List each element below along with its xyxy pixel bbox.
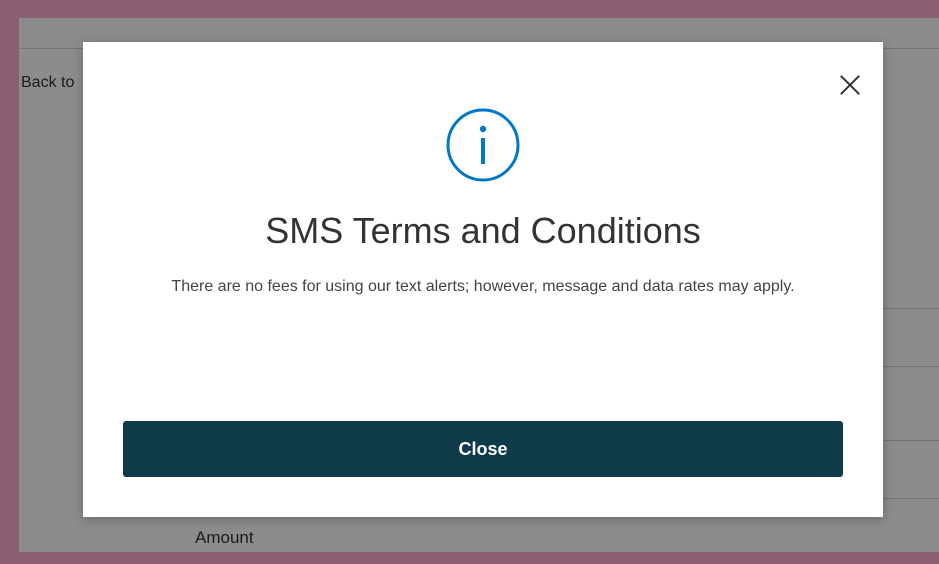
close-button[interactable]: Close xyxy=(123,421,843,477)
dialog-title: SMS Terms and Conditions xyxy=(265,210,701,251)
close-icon[interactable] xyxy=(835,70,865,100)
sms-terms-dialog: SMS Terms and Conditions There are no fe… xyxy=(83,42,883,517)
background-page: Back to Amount SMS Terms and Conditions … xyxy=(19,18,939,552)
info-icon xyxy=(446,108,520,182)
dialog-message: There are no fees for using our text ale… xyxy=(171,278,795,295)
screen-frame: Back to Amount SMS Terms and Conditions … xyxy=(0,0,939,564)
